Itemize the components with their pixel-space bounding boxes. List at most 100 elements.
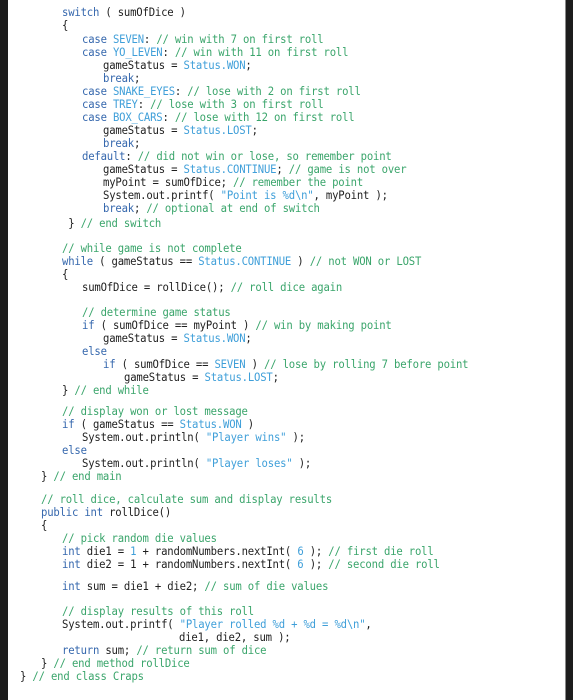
code-line: while ( gameStatus == Status.CONTINUE ) … <box>62 255 421 268</box>
constant: Status.WON <box>183 58 246 72</box>
code-text: ; <box>251 123 258 137</box>
code-text: ; <box>272 370 279 384</box>
comment: // roll dice, calculate sum and display … <box>41 492 333 506</box>
comment: // pick random die values <box>61 531 217 545</box>
code-text: ( gameStatus == <box>74 417 180 431</box>
constant: YO_LEVEN <box>113 45 163 59</box>
code-line: gameStatus = Status.WON; <box>103 332 252 345</box>
code-text: gameStatus = <box>103 58 184 72</box>
comment: // return sum of dice <box>136 643 267 657</box>
constant: TREY <box>113 97 139 111</box>
code-line: public int rollDice() <box>41 506 171 519</box>
code-line: { <box>62 19 68 32</box>
constant: Status.LOST <box>204 370 273 384</box>
comment: // lose with 12 on first roll <box>175 110 355 124</box>
code-text: ); <box>303 557 328 571</box>
code-text: System.out.println( <box>82 430 207 444</box>
keyword: case <box>82 45 114 59</box>
constant: SNAKE_EYES <box>113 84 176 98</box>
comment: // did not win or lose, so remember poin… <box>138 149 392 163</box>
string-literal: "Player wins" <box>206 430 287 444</box>
comment: // determine game status <box>82 305 232 319</box>
code-text: System.out.println( <box>82 456 207 470</box>
keyword: if <box>82 318 95 332</box>
code-text: ); <box>286 430 306 444</box>
code-line: switch ( sumOfDice ) <box>62 6 186 19</box>
comment: // end class Craps <box>32 669 145 683</box>
string-literal: "Player rolled %d + %d = %d\n" <box>179 617 366 631</box>
keyword: public int <box>41 505 103 519</box>
code-line: } // end main <box>41 470 122 483</box>
keyword: case <box>82 110 114 124</box>
code-text: } <box>61 216 81 230</box>
code-text: ; <box>245 58 252 72</box>
right-frame-border <box>565 0 573 700</box>
constant: Status.LOST <box>183 123 252 137</box>
code-text: ) <box>241 417 254 431</box>
code-text: gameStatus = <box>123 370 205 384</box>
code-text: + randomNumbers.nextInt( <box>136 544 298 558</box>
code-line: break; // optional at end of switch <box>103 202 320 215</box>
comment: // end while <box>74 383 149 397</box>
comment: // sum of die values <box>204 579 328 593</box>
code-text: : <box>175 84 188 98</box>
keyword: case <box>82 97 114 111</box>
code-text: ( sumOfDice == <box>115 357 215 371</box>
comment: // not WON or LOST <box>309 254 421 268</box>
keyword: default <box>82 149 126 163</box>
code-text: : <box>138 97 151 111</box>
keyword: int <box>61 579 81 593</box>
comment: // win with 7 on first roll <box>156 32 324 46</box>
code-text: sum = die1 + die2; <box>80 579 205 593</box>
code-text: , myPoint ); <box>313 188 388 202</box>
comment: // optional at end of switch <box>146 201 320 215</box>
code-text: ; <box>134 71 141 85</box>
comment: // second die roll <box>327 557 440 571</box>
code-text: ; <box>134 136 141 150</box>
code-text: ) <box>290 254 310 268</box>
constant: Status.WON <box>179 417 242 431</box>
keyword: if <box>61 417 75 431</box>
code-text: ( gameStatus == <box>92 254 198 268</box>
code-text: } <box>61 383 75 397</box>
comment: // lose with 2 on first roll <box>187 84 362 98</box>
keyword: case <box>82 32 114 46</box>
code-line: } // end class Craps <box>20 670 144 683</box>
code-text: ; <box>245 331 252 345</box>
code-text: die2 = 1 + randomNumbers.nextInt( <box>80 557 297 571</box>
keyword: case <box>82 84 114 98</box>
string-literal: "Point is %d\n" <box>220 188 314 202</box>
constant: SEVEN <box>113 32 145 46</box>
comment: // roll dice again <box>231 280 343 294</box>
code-text: ); <box>292 456 312 470</box>
code-text: gameStatus = <box>103 331 184 345</box>
code-text: : <box>162 110 176 124</box>
constant: BOX_CARS <box>113 110 163 124</box>
keyword: else <box>61 443 87 457</box>
comment: // end method rollDice <box>53 656 190 670</box>
comment: // display won or lost message <box>61 404 248 418</box>
keyword: break <box>103 201 135 215</box>
comment: // win with 11 on first roll <box>175 45 349 59</box>
code-text: } <box>20 669 33 683</box>
code-line: int die2 = 1 + randomNumbers.nextInt( 6 … <box>62 558 440 571</box>
keyword: if <box>103 357 116 371</box>
code-text: gameStatus = <box>103 123 184 137</box>
code-text: ) <box>245 357 265 371</box>
code-text: , <box>365 617 372 631</box>
constant: Status.CONTINUE <box>197 254 291 268</box>
comment: // first die roll <box>327 544 434 558</box>
constant: 6 <box>296 557 304 571</box>
code-text: sum; <box>98 643 137 657</box>
code-text: die1, die2, sum ); <box>179 630 291 644</box>
code-text: { <box>61 18 68 32</box>
constant: Status.WON <box>183 331 246 345</box>
code-text: { <box>61 267 68 281</box>
comment: // lose by rolling 7 before point <box>264 357 469 371</box>
code-line: } // end while <box>62 384 149 397</box>
code-text: gameStatus = <box>103 162 184 176</box>
comment: // end switch <box>80 216 161 230</box>
code-text: ( sumOfDice ) <box>98 5 186 19</box>
keyword: while <box>61 254 93 268</box>
comment: // win by making point <box>255 318 393 332</box>
